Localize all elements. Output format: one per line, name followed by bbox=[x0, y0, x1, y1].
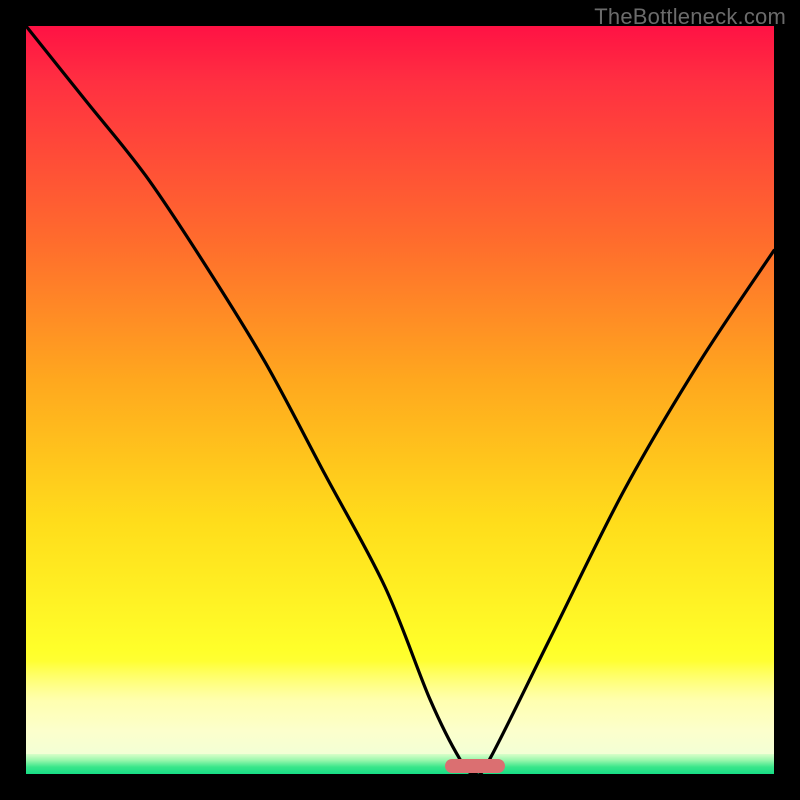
bottleneck-curve bbox=[26, 26, 774, 774]
chart-container: TheBottleneck.com bbox=[0, 0, 800, 800]
plot-area bbox=[26, 26, 774, 774]
watermark-text: TheBottleneck.com bbox=[594, 4, 786, 30]
optimal-marker bbox=[445, 759, 505, 773]
